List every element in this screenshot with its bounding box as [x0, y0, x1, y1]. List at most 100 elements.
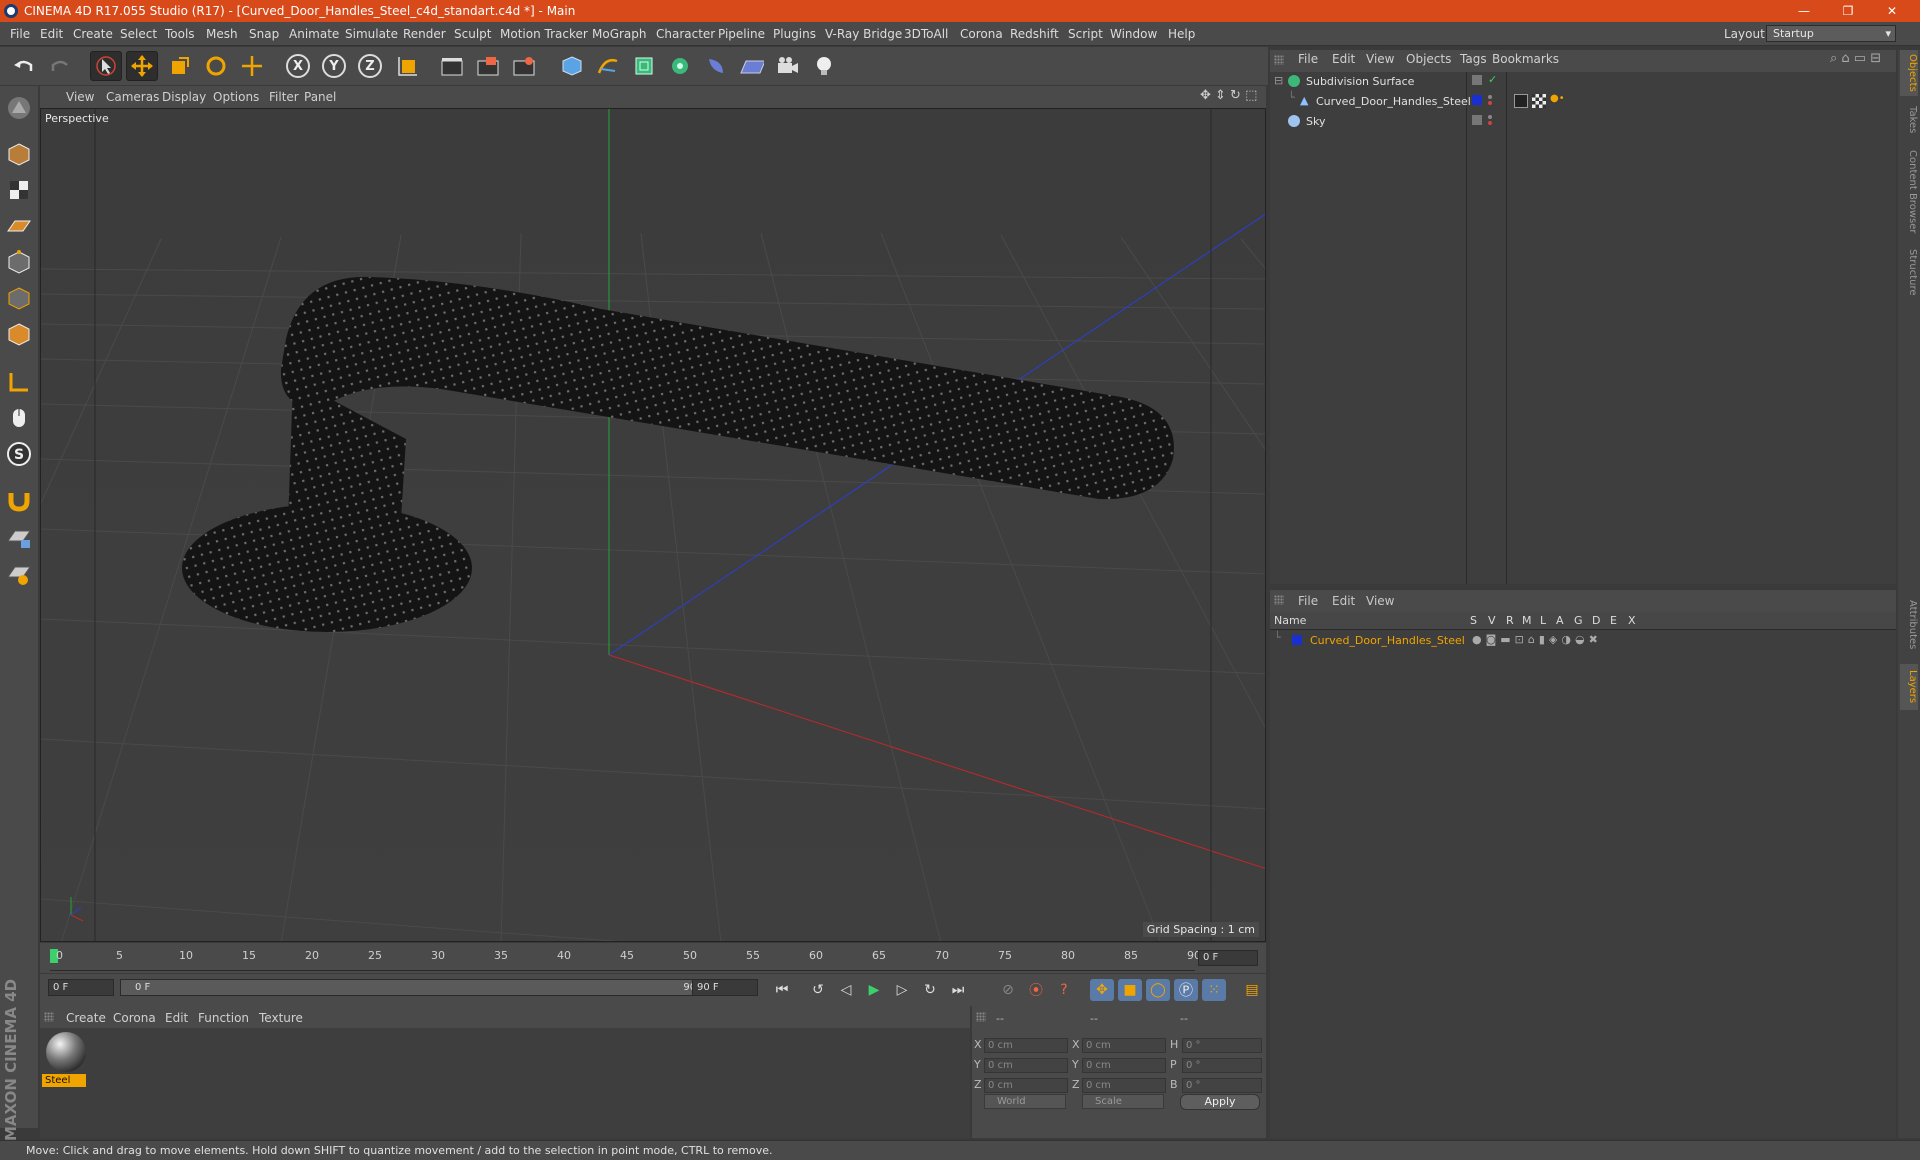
size-z-field[interactable]: 0 cm [1082, 1078, 1166, 1093]
col-header[interactable]: A [1556, 614, 1564, 627]
viewport-menu-panel[interactable]: Panel [304, 90, 336, 104]
key-pla-button[interactable]: ⁙ [1202, 979, 1226, 1001]
menu-animate[interactable]: Animate [289, 27, 339, 41]
object-row[interactable]: Sky [1270, 113, 1896, 132]
layer-color-swatch[interactable] [1292, 635, 1302, 645]
points-mode-button[interactable] [3, 246, 35, 278]
menu-window[interactable]: Window [1110, 27, 1157, 41]
key-parameter-button[interactable]: Ⓟ [1174, 979, 1198, 1001]
live-selection-button[interactable] [90, 51, 122, 81]
material-menu-function[interactable]: Function [198, 1011, 249, 1025]
position-z-field[interactable]: 0 cm [984, 1078, 1068, 1093]
rotation-h-field[interactable]: 0 ° [1182, 1038, 1262, 1053]
om-search-icon[interactable]: ⌕ ⌂ ▭ ⊟ [1830, 51, 1881, 66]
add-nurbs-button[interactable] [628, 51, 660, 81]
viewport-menu-cameras[interactable]: Cameras [106, 90, 159, 104]
frame-range-slider[interactable]: 0 F 90 F [120, 979, 720, 996]
viewport-menu-display[interactable]: Display [162, 90, 206, 104]
perspective-viewport[interactable]: Perspective Grid Spacing : 1 cm [40, 108, 1266, 942]
col-header[interactable]: E [1610, 614, 1617, 627]
layer-name[interactable]: Curved_Door_Handles_Steel [1310, 634, 1465, 647]
col-header[interactable]: G [1574, 614, 1583, 627]
object-name[interactable]: Sky [1306, 115, 1325, 128]
tab-layers[interactable]: Layers [1900, 664, 1918, 710]
menu-help[interactable]: Help [1168, 27, 1195, 41]
rotation-b-field[interactable]: 0 ° [1182, 1078, 1262, 1093]
col-header[interactable]: D [1592, 614, 1600, 627]
next-key-button[interactable]: ↻ [918, 979, 942, 1001]
menu-3dtoall[interactable]: 3DToAll [904, 27, 948, 41]
restore-button[interactable]: ❐ [1834, 2, 1862, 20]
menu-tools[interactable]: Tools [165, 27, 195, 41]
object-row[interactable]: ⊟ Subdivision Surface ✓ [1270, 73, 1896, 92]
menu-mesh[interactable]: Mesh [206, 27, 238, 41]
om-menu-view[interactable]: View [1366, 52, 1394, 66]
close-button[interactable]: ✕ [1878, 2, 1906, 20]
axis-mode-button[interactable] [3, 366, 35, 398]
lm-menu-edit[interactable]: Edit [1332, 594, 1355, 608]
layer-visibility-icon[interactable] [1472, 75, 1482, 85]
om-menu-bookmarks[interactable]: Bookmarks [1492, 52, 1559, 66]
phong-tag-icon[interactable]: ●• [1550, 93, 1565, 104]
menu-render[interactable]: Render [403, 27, 446, 41]
menu-create[interactable]: Create [73, 27, 113, 41]
material-menu-texture[interactable]: Texture [259, 1011, 303, 1025]
add-cube-button[interactable] [556, 51, 588, 81]
coordinate-system-button[interactable] [392, 51, 424, 81]
x-axis-lock-button[interactable]: X [282, 51, 314, 81]
texture-tag-icon[interactable] [1514, 94, 1528, 108]
size-x-field[interactable]: 0 cm [1082, 1038, 1166, 1053]
apply-button[interactable]: Apply [1180, 1094, 1260, 1110]
om-menu-edit[interactable]: Edit [1332, 52, 1355, 66]
tab-attributes[interactable]: Attributes [1900, 590, 1918, 660]
viewport-nav-icons[interactable]: ✥ ⇕ ↻ ⬚ [1200, 88, 1257, 103]
key-scale-button[interactable]: ■ [1118, 979, 1142, 1001]
coordinate-mode-select[interactable]: World [984, 1094, 1066, 1109]
autokey-button[interactable]: ⦿ [1024, 979, 1048, 1001]
tab-content-browser[interactable]: Content Browser [1900, 144, 1918, 240]
transform-tool-button[interactable] [236, 51, 268, 81]
add-floor-button[interactable] [736, 51, 768, 81]
workplane-mode-button[interactable] [3, 210, 35, 242]
om-menu-file[interactable]: File [1298, 52, 1318, 66]
layout-select[interactable]: Startup [1766, 25, 1896, 42]
menu-select[interactable]: Select [120, 27, 157, 41]
col-header[interactable]: S [1470, 614, 1477, 627]
layer-visibility-icon[interactable] [1472, 115, 1482, 125]
om-menu-objects[interactable]: Objects [1406, 52, 1451, 66]
menu-motion-tracker[interactable]: Motion Tracker [500, 27, 588, 41]
add-deformer-button[interactable] [700, 51, 732, 81]
viewport-menu-view[interactable]: View [66, 90, 94, 104]
redo-button[interactable] [44, 51, 76, 81]
current-frame-field[interactable]: 0 F [1198, 950, 1258, 966]
layer-row[interactable]: └ Curved_Door_Handles_Steel ●◙▬⊡⌂▮◈◑◒✖ [1270, 631, 1896, 651]
size-y-field[interactable]: 0 cm [1082, 1058, 1166, 1073]
tab-structure[interactable]: Structure [1900, 244, 1918, 300]
col-header[interactable]: L [1540, 614, 1546, 627]
minimize-button[interactable]: — [1790, 2, 1818, 20]
menu-plugins[interactable]: Plugins [773, 27, 816, 41]
menu-snap[interactable]: Snap [249, 27, 279, 41]
object-row[interactable]: └ ▲ Curved_Door_Handles_Steel ●• [1270, 91, 1896, 112]
col-header[interactable]: M [1522, 614, 1532, 627]
position-x-field[interactable]: 0 cm [984, 1038, 1068, 1053]
previous-frame-button[interactable]: ◁ [834, 979, 858, 1001]
end-frame-field[interactable]: 90 F [692, 979, 758, 996]
polygons-mode-button[interactable] [3, 318, 35, 350]
tweak-mode-button[interactable] [3, 402, 35, 434]
make-editable-button[interactable] [3, 92, 35, 124]
add-mograph-button[interactable] [664, 51, 696, 81]
go-to-start-button[interactable]: ⏮ [770, 979, 794, 1001]
magnet-button[interactable] [3, 484, 35, 516]
menu-character[interactable]: Character [656, 27, 715, 41]
previous-key-button[interactable]: ↺ [806, 979, 830, 1001]
om-menu-tags[interactable]: Tags [1460, 52, 1487, 66]
layer-color-icon[interactable] [1472, 95, 1482, 105]
menu-script[interactable]: Script [1068, 27, 1103, 41]
menu-simulate[interactable]: Simulate [345, 27, 398, 41]
menu-edit[interactable]: Edit [40, 27, 63, 41]
menu-vray-bridge[interactable]: V-Ray Bridge [825, 27, 902, 41]
rotate-tool-button[interactable] [200, 51, 232, 81]
lm-menu-view[interactable]: View [1366, 594, 1394, 608]
tab-objects[interactable]: Objects [1900, 50, 1918, 96]
